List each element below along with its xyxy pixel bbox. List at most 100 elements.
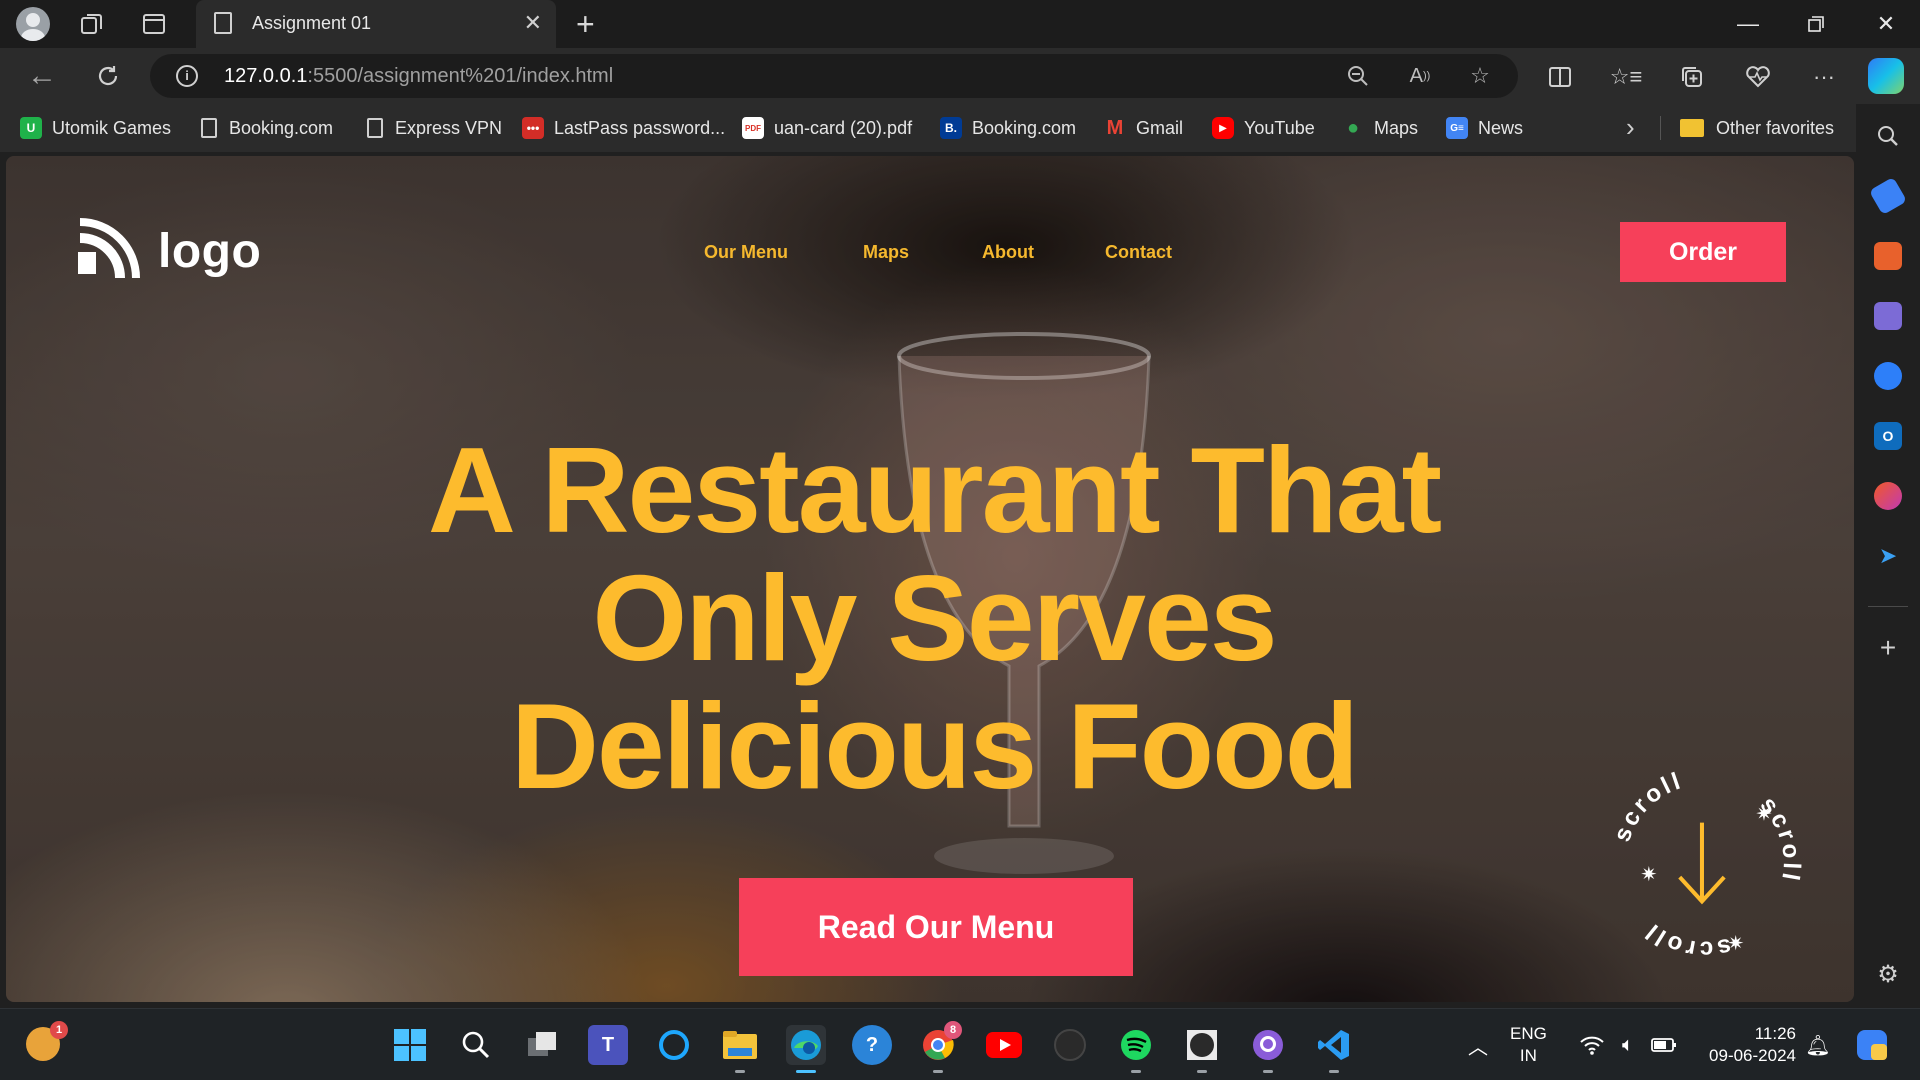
favorite-gmail[interactable]: M Gmail xyxy=(1104,116,1183,140)
hero-headline: A Restaurant That Only Serves Delicious … xyxy=(6,426,1854,810)
add-icon[interactable]: + xyxy=(1874,632,1902,663)
favorite-express-vpn[interactable]: Express VPN xyxy=(364,116,502,140)
pw-app-icon[interactable] xyxy=(1050,1025,1090,1065)
favorites-icon[interactable]: ☆≡ xyxy=(1610,61,1643,93)
read-aloud-icon[interactable]: A)) xyxy=(1406,62,1434,90)
tab-assignment[interactable]: Assignment 01 ✕ xyxy=(196,0,556,48)
nav-about[interactable]: About xyxy=(982,242,1034,263)
file-explorer-icon[interactable] xyxy=(720,1025,760,1073)
minimize-button[interactable]: — xyxy=(1718,4,1778,44)
star-icon: ✷ xyxy=(1640,864,1657,886)
browser-title-bar: Assignment 01 ✕ + — ✕ xyxy=(0,0,1920,48)
close-window-button[interactable]: ✕ xyxy=(1856,4,1916,44)
spotify-icon[interactable] xyxy=(1116,1025,1156,1073)
star-icon: ✷ xyxy=(1727,933,1744,955)
volume-icon[interactable]: 🔈︎ xyxy=(1608,1025,1648,1065)
close-tab-icon[interactable]: ✕ xyxy=(524,10,542,36)
windows-taskbar: 1 T ? 8 ︿ ENG IN 🔈︎ 11:26 09-06-2024 🔔︎ xyxy=(0,1008,1920,1080)
nav-contact[interactable]: Contact xyxy=(1105,242,1172,263)
chevron-right-icon[interactable]: › xyxy=(1626,112,1635,143)
logo-text: logo xyxy=(158,224,262,278)
favorite-uan-card[interactable]: PDF uan-card (20).pdf xyxy=(742,116,912,140)
help-icon[interactable]: ? xyxy=(852,1025,892,1065)
read-menu-button[interactable]: Read Our Menu xyxy=(739,878,1133,976)
collections-icon[interactable] xyxy=(1676,61,1708,93)
hero-line-1: A Restaurant That xyxy=(427,422,1442,558)
scroll-text-3: scroll xyxy=(1639,917,1731,963)
scroll-text-1: scroll xyxy=(1609,767,1684,845)
chevron-up-icon[interactable]: ︿ xyxy=(1458,1025,1498,1065)
search-icon[interactable] xyxy=(1874,122,1902,150)
edge-taskbar-icon[interactable] xyxy=(786,1025,826,1073)
hero-line-2: Only Serves xyxy=(592,550,1277,686)
favorite-utomik[interactable]: U Utomik Games xyxy=(20,116,171,140)
more-options-icon[interactable]: ··· xyxy=(1808,61,1840,93)
notifications-icon[interactable]: 🔔︎ xyxy=(1798,1025,1838,1065)
favorite-star-icon[interactable]: ☆ xyxy=(1466,62,1494,90)
favorite-lastpass[interactable]: ••• LastPass password... xyxy=(522,116,725,140)
zoom-icon[interactable] xyxy=(1344,62,1372,90)
scroll-badge[interactable]: scroll scroll scroll ✷ ✷ ✷ xyxy=(1604,762,1806,964)
new-tab-button[interactable]: + xyxy=(576,6,595,43)
profile-avatar-icon[interactable] xyxy=(16,7,50,41)
split-screen-icon[interactable] xyxy=(1544,61,1576,93)
wifi-icon[interactable] xyxy=(1572,1025,1612,1065)
back-button[interactable]: ← xyxy=(24,58,60,94)
copilot-pre-icon[interactable] xyxy=(1852,1025,1892,1065)
address-bar[interactable]: i 127.0.0.1:5500/assignment%201/index.ht… xyxy=(150,54,1518,98)
nav-maps[interactable]: Maps xyxy=(863,242,909,263)
battery-icon[interactable] xyxy=(1644,1025,1684,1065)
tab-title: Assignment 01 xyxy=(252,13,372,33)
send-icon[interactable]: ➤ xyxy=(1874,542,1902,570)
utomik-icon: U xyxy=(20,117,42,139)
notification-badge: 1 xyxy=(50,1021,68,1039)
favorite-maps[interactable]: ● Maps xyxy=(1342,116,1418,140)
favorite-booking-1[interactable]: Booking.com xyxy=(198,116,333,140)
clock[interactable]: 11:26 09-06-2024 xyxy=(1700,1023,1796,1067)
copilot-sidebar-icon[interactable] xyxy=(1874,362,1902,390)
github-icon[interactable] xyxy=(1248,1025,1288,1073)
favorites-bar: U Utomik Games Booking.com Express VPN ••… xyxy=(0,104,1920,152)
pdf-icon: PDF xyxy=(742,117,764,139)
url-text[interactable]: 127.0.0.1:5500/assignment%201/index.html xyxy=(224,65,613,88)
cortana-icon[interactable] xyxy=(654,1025,694,1065)
shopping-tag-icon[interactable] xyxy=(1868,176,1908,216)
vscode-icon[interactable] xyxy=(1314,1025,1354,1073)
lastpass-icon: ••• xyxy=(522,117,544,139)
tab-actions-icon[interactable] xyxy=(140,10,168,38)
youtube-icon: ▶ xyxy=(1212,117,1234,139)
page-viewport: logo Our Menu Maps About Contact Order A… xyxy=(6,156,1854,1002)
favorite-booking-2[interactable]: B. Booking.com xyxy=(940,116,1076,140)
site-info-icon[interactable]: i xyxy=(176,65,198,87)
workspaces-icon[interactable] xyxy=(78,10,106,38)
designer-icon[interactable] xyxy=(1874,482,1902,510)
gear-icon[interactable]: ⚙ xyxy=(1874,960,1902,988)
outlook-icon[interactable]: O xyxy=(1874,422,1902,450)
restore-button[interactable] xyxy=(1786,4,1846,44)
language-indicator[interactable]: ENG IN xyxy=(1510,1023,1547,1067)
page-icon xyxy=(367,118,383,138)
tools-icon[interactable] xyxy=(1874,242,1902,270)
favorite-youtube[interactable]: ▶ YouTube xyxy=(1212,116,1315,140)
favorite-news[interactable]: G≡ News xyxy=(1446,116,1523,140)
site-logo[interactable]: logo xyxy=(74,218,261,284)
other-favorites-folder[interactable]: Other favorites xyxy=(1680,116,1834,140)
maps-icon: ● xyxy=(1346,116,1360,139)
copilot-icon[interactable] xyxy=(1868,58,1904,94)
pw-desktop-icon[interactable] xyxy=(1182,1025,1222,1073)
games-icon[interactable] xyxy=(1874,302,1902,330)
star-icon: ✷ xyxy=(1756,804,1773,826)
navigation-bar: ← i 127.0.0.1:5500/assignment%201/index.… xyxy=(0,48,1920,104)
chrome-badge: 8 xyxy=(944,1021,962,1039)
task-view-icon[interactable] xyxy=(522,1025,562,1065)
order-button[interactable]: Order xyxy=(1620,222,1786,282)
windows-start-icon[interactable] xyxy=(390,1025,430,1065)
booking-icon: B. xyxy=(940,117,962,139)
browser-essentials-icon[interactable] xyxy=(1742,61,1774,93)
teams-icon[interactable]: T xyxy=(588,1025,628,1065)
svg-text:scroll: scroll xyxy=(1639,917,1734,963)
refresh-button[interactable] xyxy=(90,58,126,94)
youtube-icon[interactable] xyxy=(984,1025,1024,1065)
nav-our-menu[interactable]: Our Menu xyxy=(704,242,788,263)
search-icon[interactable] xyxy=(456,1025,496,1065)
